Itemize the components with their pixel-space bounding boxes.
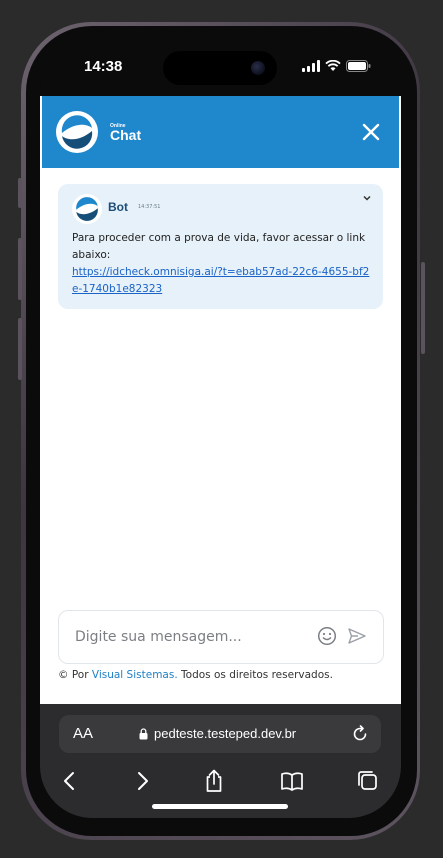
status-time: 14:38 [84, 58, 123, 75]
home-indicator [152, 804, 288, 809]
bookmarks-icon[interactable] [279, 768, 305, 794]
url-display: pedteste.testeped.dev.br [139, 726, 296, 741]
phone-screen: 14:38 Online Chat Bot 14:37:51 Para proc… [40, 40, 401, 818]
share-icon[interactable] [201, 768, 227, 794]
volume-up-button [18, 238, 22, 300]
tabs-icon[interactable] [355, 768, 381, 794]
message-body: Para proceder com a prova de vida, favor… [72, 230, 372, 298]
power-button [421, 262, 425, 354]
signal-icon [302, 60, 320, 72]
message-input-container [58, 610, 384, 664]
dynamic-island [163, 51, 277, 85]
footer-suffix: Todos os direitos reservados. [177, 669, 333, 681]
emoji-icon[interactable] [317, 626, 337, 646]
message-timestamp: 14:37:51 [138, 204, 161, 210]
status-icons [302, 60, 371, 72]
address-bar[interactable]: AA pedteste.testeped.dev.br [59, 715, 381, 753]
reader-settings-button[interactable]: AA [73, 725, 93, 742]
footer-prefix: © Por [58, 669, 92, 681]
chevron-down-icon[interactable] [361, 192, 373, 204]
chat-title: Chat [110, 127, 142, 143]
url-text: pedteste.testeped.dev.br [154, 726, 297, 741]
footer-copyright: © Por Visual Sistemas. Todos os direitos… [58, 669, 333, 681]
bot-name: Bot [108, 200, 128, 214]
close-icon[interactable] [361, 122, 381, 142]
visual-sistemas-link[interactable]: Visual Sistemas. [92, 669, 178, 681]
action-button [18, 178, 22, 208]
message-text: Para proceder com a prova de vida, favor… [72, 232, 366, 261]
forward-icon[interactable] [129, 768, 155, 794]
chat-header: Online Chat [42, 96, 399, 168]
battery-icon [346, 60, 371, 72]
chat-webview: Online Chat Bot 14:37:51 Para proceder c… [40, 96, 401, 704]
back-icon[interactable] [57, 768, 83, 794]
browser-toolbar [40, 766, 401, 796]
camera-icon [251, 61, 265, 75]
brand-logo-icon [56, 111, 98, 153]
send-icon[interactable] [347, 627, 367, 645]
bot-avatar-icon [72, 194, 102, 224]
message-input[interactable] [73, 625, 307, 649]
bot-message-card: Bot 14:37:51 Para proceder com a prova d… [58, 184, 383, 309]
reload-icon[interactable] [351, 725, 369, 743]
volume-down-button [18, 318, 22, 380]
wifi-icon [325, 60, 341, 71]
prova-de-vida-link[interactable]: https://idcheck.omnisiga.ai/?t=ebab57ad-… [72, 266, 369, 295]
browser-bottom-bar: AA pedteste.testeped.dev.br [40, 704, 401, 818]
lock-icon [139, 727, 148, 739]
